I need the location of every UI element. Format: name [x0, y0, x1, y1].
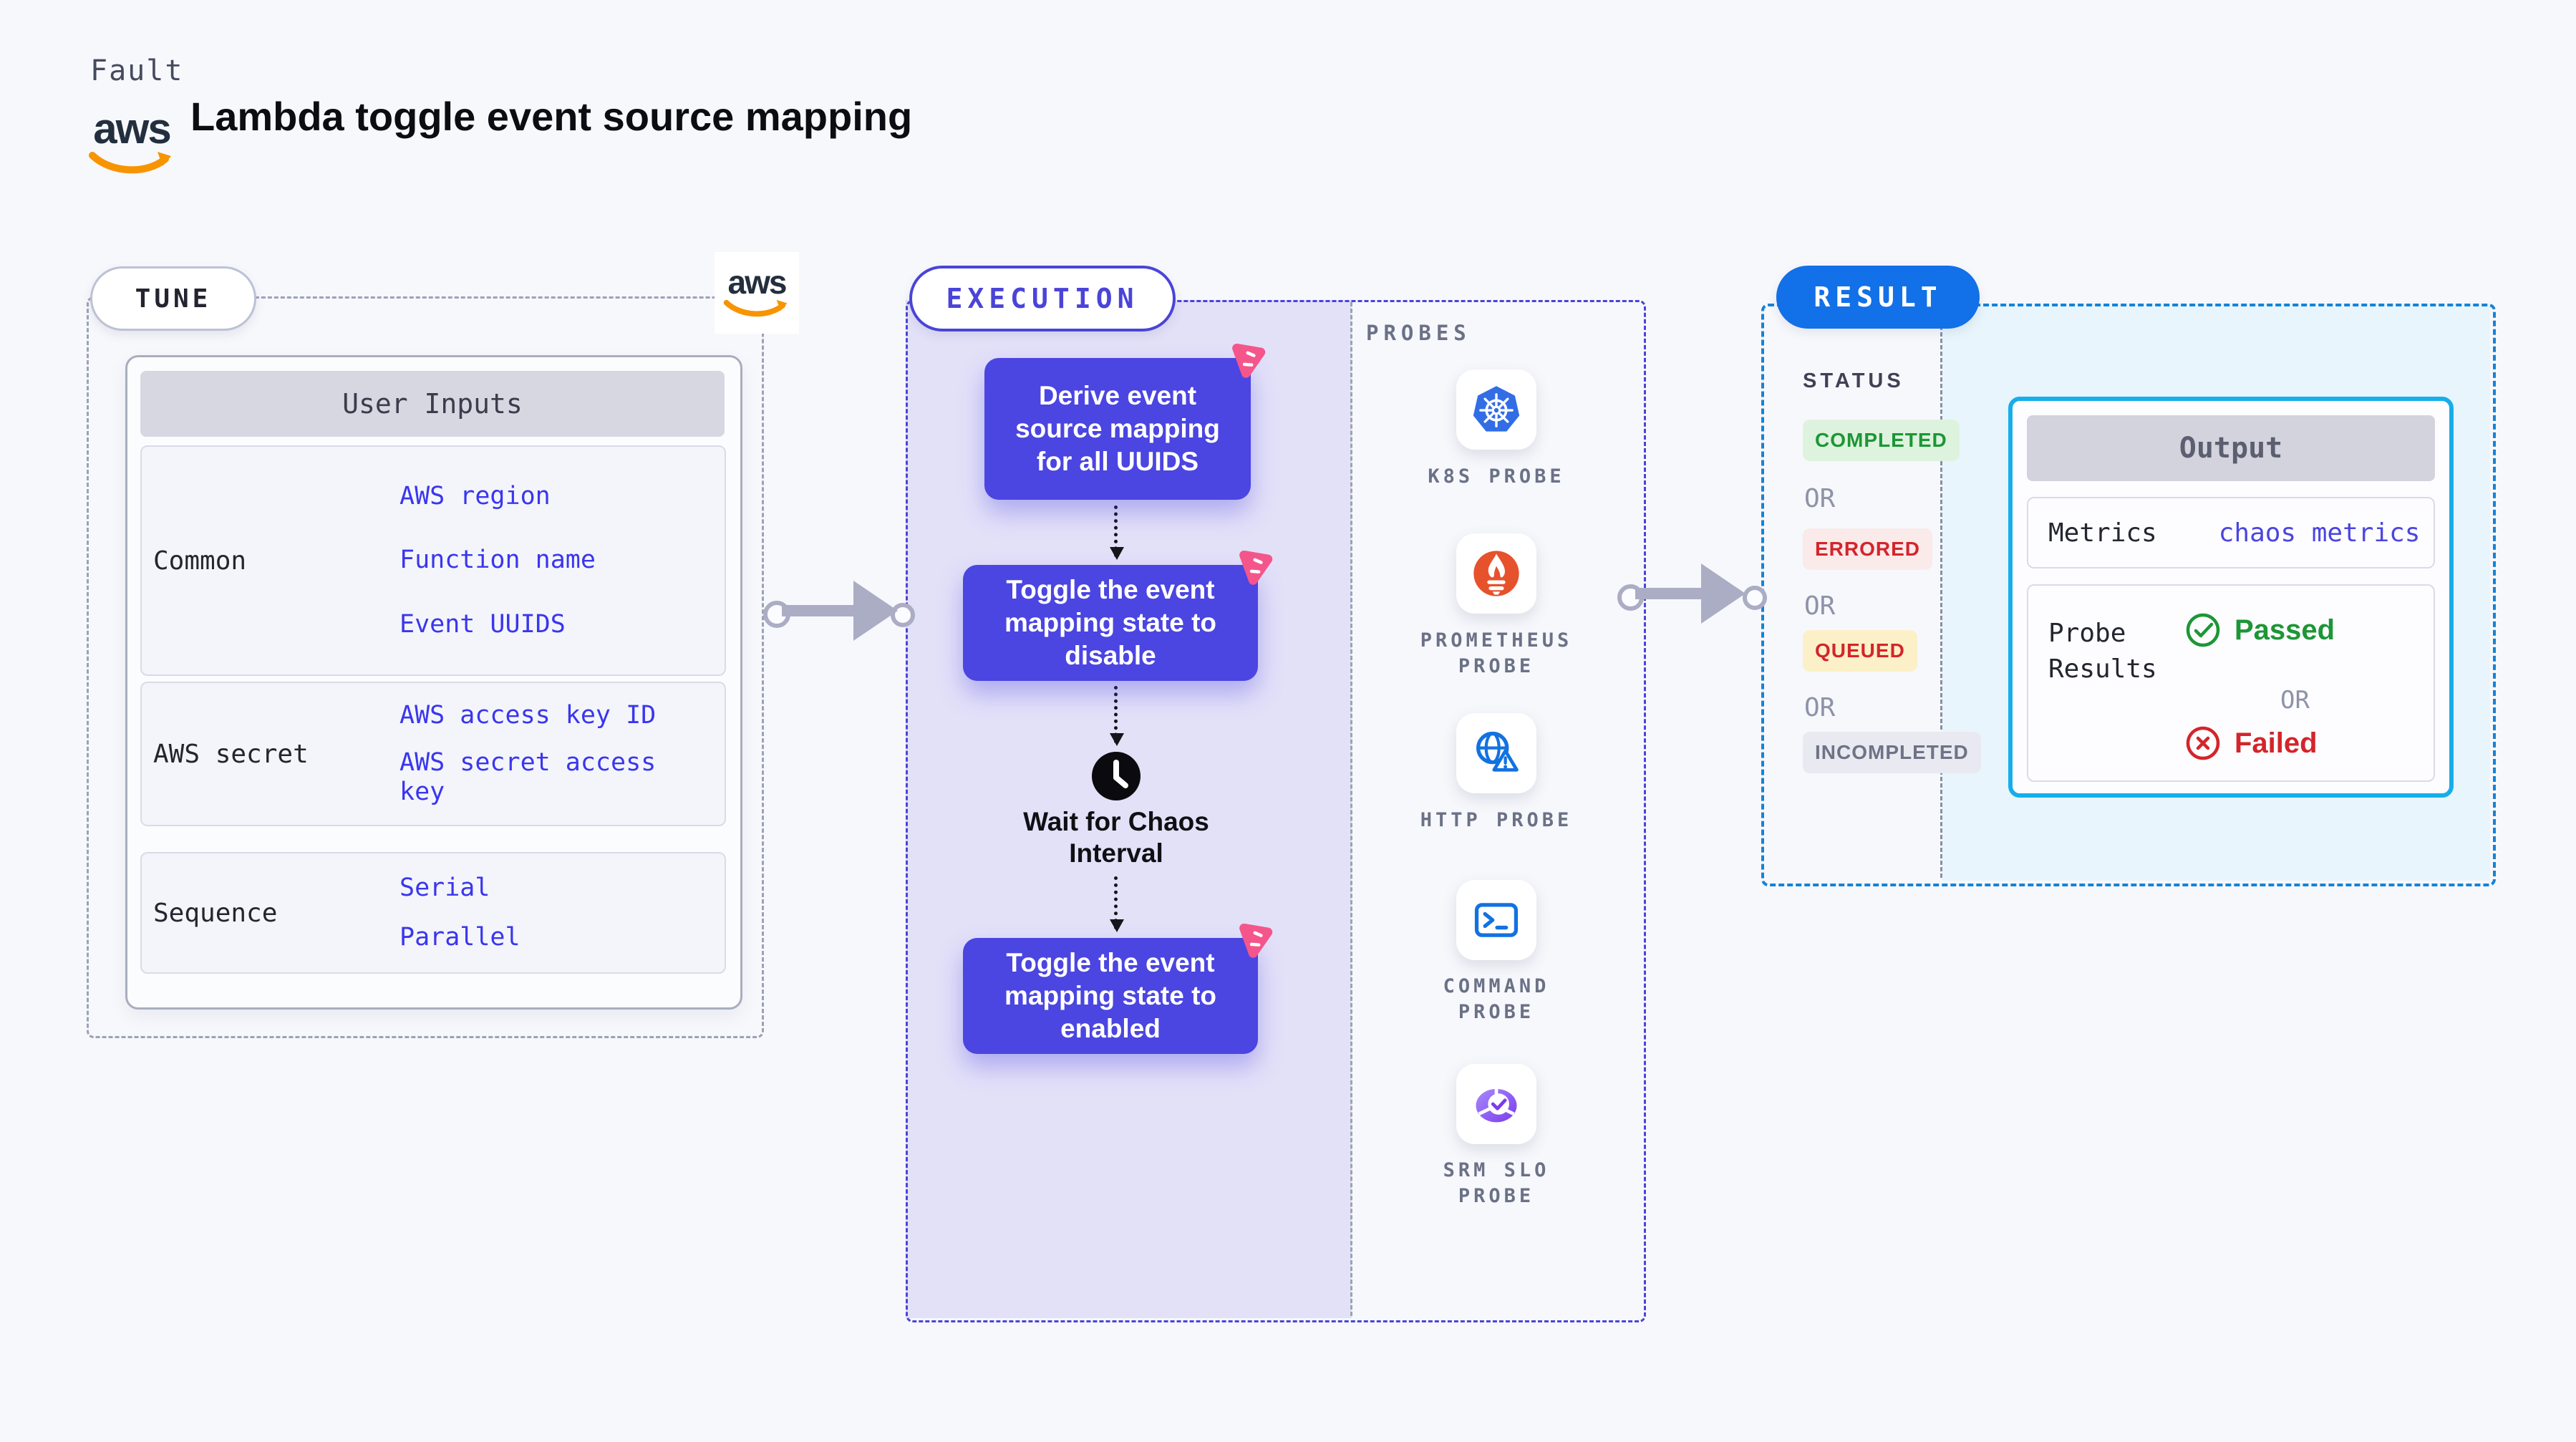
- flow-arrow-line: [782, 605, 855, 616]
- status-output-divider: [1940, 306, 1942, 878]
- user-inputs-row-common: Common AWS region Function name Event UU…: [140, 445, 726, 676]
- step-derive-event-source-mapping: Derive event source mapping for all UUID…: [984, 343, 1266, 500]
- input-link-aws-access-key-id[interactable]: AWS access key ID: [400, 701, 686, 730]
- execution-probes-divider: [1350, 302, 1352, 1316]
- http-globe-warning-icon: [1476, 731, 1519, 772]
- result-badge: RESULT: [1776, 266, 1980, 329]
- status-or-separator: OR: [1804, 591, 1836, 621]
- execution-badge: EXECUTION: [909, 266, 1176, 332]
- metrics-label: Metrics: [2048, 518, 2157, 548]
- x-circle-icon: [2186, 726, 2220, 760]
- aws-logo-tile: aws: [715, 252, 799, 334]
- passed-label: Passed: [2234, 614, 2335, 646]
- probe-results-row: Probe Results Passed OR Failed: [2027, 584, 2435, 782]
- output-header: Output: [2027, 415, 2435, 481]
- terminal-icon: [1474, 903, 1519, 937]
- srm-slo-probe-label: SRM SLO PROBE: [1443, 1159, 1550, 1207]
- aws-swoosh-icon: [89, 152, 171, 174]
- passed-result: Passed: [2184, 611, 2335, 649]
- step-label: Derive event source mapping for all UUID…: [1015, 380, 1220, 477]
- srm-slo-probe-tile: [1456, 1064, 1536, 1144]
- step-toggle-mapping-disable: Toggle the event mapping state to disabl…: [963, 550, 1273, 681]
- http-probe-label: HTTP PROBE: [1420, 809, 1573, 831]
- row-label: Common: [153, 546, 247, 576]
- status-badge-completed: COMPLETED: [1803, 420, 1960, 461]
- tune-badge: TUNE: [90, 266, 256, 331]
- command-probe-tile: [1456, 880, 1536, 960]
- clock-icon: [1092, 752, 1141, 800]
- diagram-canvas: Fault aws Lambda toggle event source map…: [0, 0, 2576, 1442]
- step-label: Toggle the event mapping state to enable…: [1004, 947, 1217, 1044]
- flow-arrowhead-icon: [853, 581, 898, 641]
- http-probe-tile: [1456, 713, 1536, 793]
- step-toggle-mapping-enable: Toggle the event mapping state to enable…: [963, 923, 1273, 1054]
- probe-or-separator: OR: [2280, 686, 2310, 715]
- failed-result: Failed: [2184, 725, 2318, 762]
- connector-arrow-icon: [1110, 505, 1124, 560]
- page-title: Lambda toggle event source mapping: [190, 94, 913, 139]
- flow-arrow-end-dot: [1743, 586, 1767, 610]
- k8s-probe-label: K8S PROBE: [1428, 465, 1565, 488]
- status-or-separator: OR: [1804, 484, 1836, 513]
- failed-label: Failed: [2234, 727, 2318, 759]
- row-label: Sequence: [153, 898, 278, 928]
- status-title: STATUS: [1803, 369, 1904, 392]
- connector-arrow-icon: [1110, 876, 1124, 932]
- k8s-probe-tile: [1456, 369, 1536, 450]
- fault-eyebrow: Fault: [90, 54, 184, 87]
- chaos-logo-icon: [1239, 923, 1273, 958]
- user-inputs-header: User Inputs: [140, 371, 725, 437]
- row-links: AWS access key ID AWS secret access key: [400, 683, 686, 825]
- status-badge-errored: ERRORED: [1803, 528, 1933, 570]
- input-link-parallel[interactable]: Parallel: [400, 923, 707, 952]
- probe-results-label: Probe Results: [2048, 619, 2157, 684]
- input-link-serial[interactable]: Serial: [400, 874, 707, 903]
- row-links: AWS region Function name Event UUIDS: [400, 447, 707, 674]
- user-inputs-row-aws-secret: AWS secret AWS access key ID AWS secret …: [140, 682, 726, 826]
- wait-for-chaos-interval-label: Wait for Chaos Interval: [1023, 807, 1209, 868]
- aws-wordmark: aws: [93, 105, 171, 153]
- aws-wordmark: aws: [727, 263, 788, 301]
- probes-title: PROBES: [1366, 321, 1471, 345]
- input-link-function-name[interactable]: Function name: [400, 546, 707, 575]
- input-link-event-uuids[interactable]: Event UUIDS: [400, 610, 707, 639]
- aws-logo: aws: [86, 107, 178, 178]
- srm-slo-donut-check-icon: [1476, 1087, 1517, 1123]
- check-circle-icon: [2186, 613, 2220, 647]
- aws-logo-small: aws: [723, 266, 790, 320]
- kubernetes-icon: [1473, 386, 1520, 432]
- chaos-metrics-link[interactable]: chaos metrics: [2219, 518, 2421, 548]
- metrics-row: Metrics chaos metrics: [2027, 497, 2435, 568]
- aws-swoosh-icon: [723, 299, 788, 317]
- row-links: Serial Parallel: [400, 853, 707, 972]
- status-or-separator: OR: [1804, 693, 1836, 722]
- prometheus-probe-label: PROMETHEUS PROBE: [1420, 629, 1573, 677]
- status-badge-queued: QUEUED: [1803, 630, 1917, 672]
- prometheus-icon: [1473, 551, 1519, 596]
- user-inputs-row-sequence: Sequence Serial Parallel: [140, 852, 726, 974]
- step-label: Toggle the event mapping state to disabl…: [1004, 574, 1217, 671]
- input-link-aws-secret-access-key[interactable]: AWS secret access key: [400, 748, 686, 808]
- input-link-aws-region[interactable]: AWS region: [400, 482, 707, 511]
- connector-arrow-icon: [1110, 686, 1124, 746]
- output-card: Output Metrics chaos metrics Probe Resul…: [2008, 397, 2454, 798]
- chaos-logo-icon: [1239, 550, 1273, 585]
- flow-arrow-line: [1635, 588, 1703, 599]
- chaos-logo-icon: [1232, 343, 1266, 378]
- flow-arrowhead-icon: [1701, 563, 1745, 624]
- prometheus-probe-tile: [1456, 533, 1536, 614]
- row-label: AWS secret: [153, 739, 309, 769]
- status-badge-incompleted: INCOMPLETED: [1803, 732, 1981, 773]
- command-probe-label: COMMAND PROBE: [1443, 975, 1550, 1023]
